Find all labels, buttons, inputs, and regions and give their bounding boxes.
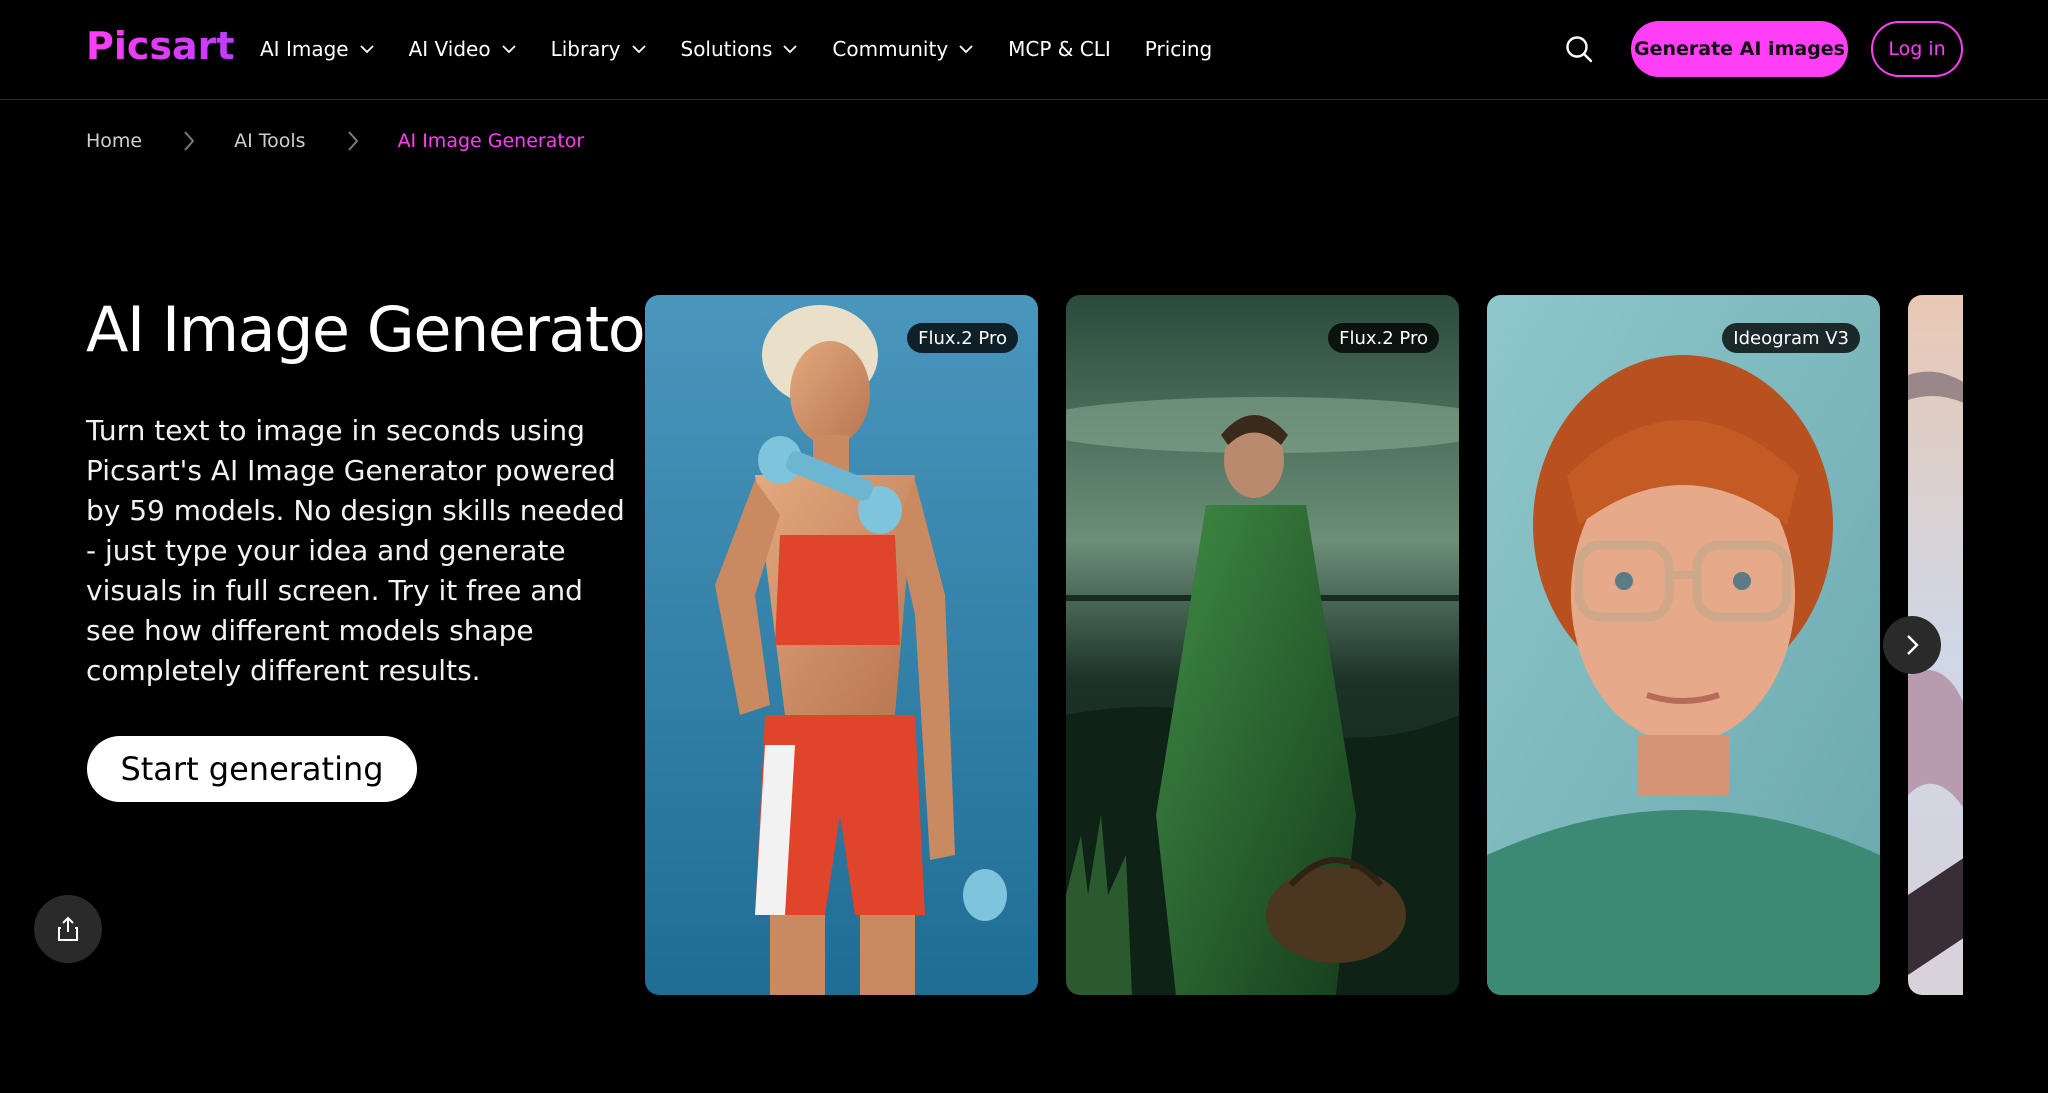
main-nav: AI Image AI Video Library Solutions Comm… <box>260 0 1246 98</box>
model-badge: Flux.2 Pro <box>1328 323 1439 353</box>
share-button[interactable] <box>34 895 102 963</box>
chevron-right-icon <box>184 131 195 151</box>
share-icon <box>58 916 78 941</box>
generated-image-robed-man <box>1066 295 1459 995</box>
chevron-right-icon <box>347 131 358 151</box>
search-icon[interactable] <box>1564 34 1594 64</box>
chevron-down-icon <box>359 45 374 54</box>
breadcrumb-home[interactable]: Home <box>86 130 142 152</box>
login-button[interactable]: Log in <box>1871 21 1963 77</box>
model-badge: Flux.2 Pro <box>907 323 1018 353</box>
nav-item-library[interactable]: Library <box>551 37 647 61</box>
breadcrumb: Home AI Tools AI Image Generator <box>86 124 584 158</box>
image-carousel: Flux.2 Pro Flux.2 Pro Ideogram V3 <box>645 295 1963 995</box>
logo-text: Picsart <box>86 26 235 66</box>
carousel-card[interactable]: Flux.2 Pro <box>645 295 1038 995</box>
nav-item-pricing[interactable]: Pricing <box>1145 37 1212 61</box>
chevron-down-icon <box>501 45 516 54</box>
site-header: Picsart AI Image AI Video Library Soluti… <box>0 0 2048 100</box>
carousel-card[interactable]: Ideogram V3 <box>1487 295 1880 995</box>
carousel-card[interactable]: Flux.2 Pro <box>1066 295 1459 995</box>
picsart-logo[interactable]: Picsart <box>86 26 236 66</box>
chevron-down-icon <box>959 45 973 54</box>
chevron-down-icon <box>783 45 798 54</box>
nav-item-ai-image[interactable]: AI Image <box>260 37 375 61</box>
nav-item-ai-video[interactable]: AI Video <box>409 37 517 61</box>
chevron-down-icon <box>631 45 646 54</box>
generate-ai-images-button[interactable]: Generate AI images <box>1631 21 1848 77</box>
start-generating-button[interactable]: Start generating <box>87 736 417 802</box>
nav-item-solutions[interactable]: Solutions <box>681 37 799 61</box>
nav-item-label: Solutions <box>680 37 773 61</box>
nav-item-label: AI Video <box>408 37 491 61</box>
carousel-next-button[interactable] <box>1883 616 1941 674</box>
nav-item-mcp-cli[interactable]: MCP & CLI <box>1008 37 1111 61</box>
nav-item-label: Community <box>832 37 949 61</box>
page-title: AI Image Generator <box>86 293 670 366</box>
breadcrumb-ai-tools[interactable]: AI Tools <box>234 130 305 152</box>
hero-description: Turn text to image in seconds using Pics… <box>86 414 625 687</box>
generated-image-redhead-portrait <box>1487 295 1880 995</box>
nav-item-label: Library <box>550 37 621 61</box>
breadcrumb-current: AI Image Generator <box>397 130 585 152</box>
generated-image-fitness-woman <box>645 295 1038 995</box>
nav-item-label: Pricing <box>1144 37 1213 61</box>
nav-item-label: MCP & CLI <box>1008 37 1111 61</box>
chevron-right-icon <box>1907 635 1919 655</box>
nav-item-community[interactable]: Community <box>832 37 974 61</box>
nav-item-label: AI Image <box>260 37 349 61</box>
model-badge: Ideogram V3 <box>1722 323 1860 353</box>
